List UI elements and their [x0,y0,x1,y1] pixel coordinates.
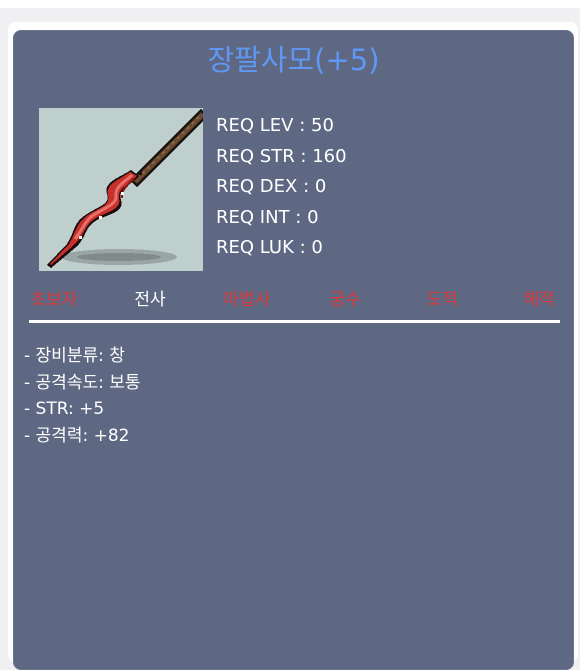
job-thief: 도적 [426,290,458,310]
job-list: 초보자 전사 마법사 궁수 도적 해적 [14,286,573,314]
top-bar [0,0,580,8]
job-warrior: 전사 [134,290,166,310]
stats-list: - 장비분류: 창 - 공격속도: 보통 - STR: +5 - 공격력: +8… [24,343,141,449]
req-luk: REQ LUK : 0 [216,237,323,258]
stat-str: - STR: +5 [24,399,105,419]
item-tooltip-card: 장팔사모(+5) REQ LEV : 50 REQ STR : 160 REQ … [13,30,574,670]
job-beginner: 초보자 [30,290,78,310]
requirements-list: REQ LEV : 50 REQ STR : 160 REQ DEX : 0 R… [216,111,347,264]
red-spear-icon [39,108,203,271]
job-magician: 마법사 [223,290,271,310]
item-name: 장팔사모(+5) [207,43,380,77]
job-pirate: 해적 [523,290,555,310]
stat-attack-speed: - 공격속도: 보통 [24,372,141,393]
req-dex: REQ DEX : 0 [216,176,327,197]
req-int: REQ INT : 0 [216,206,319,228]
stat-equip-type: - 장비분류: 창 [24,346,125,366]
divider [29,320,560,323]
job-archer: 궁수 [329,290,361,310]
stat-attack: - 공격력: +82 [24,425,130,446]
req-str: REQ STR : 160 [216,145,347,167]
req-level: REQ LEV : 50 [216,115,334,136]
